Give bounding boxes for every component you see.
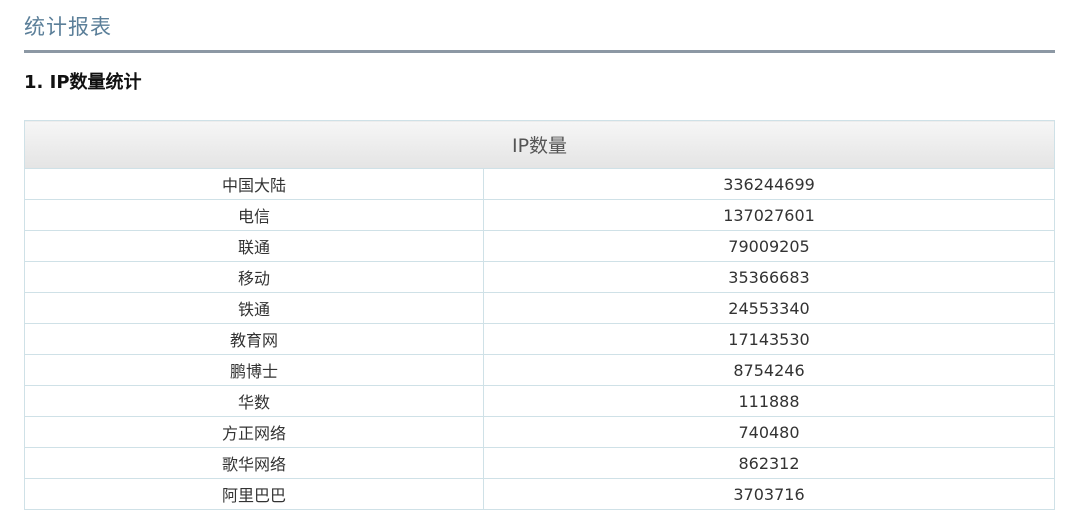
table-header: IP数量: [24, 120, 1055, 169]
row-value: 79009205: [483, 230, 1055, 262]
row-label: 联通: [24, 230, 484, 262]
row-label: 电信: [24, 199, 484, 231]
row-value: 8754246: [483, 354, 1055, 386]
row-value: 24553340: [483, 292, 1055, 324]
row-label: 移动: [24, 261, 484, 293]
row-value: 336244699: [483, 168, 1055, 200]
row-label: 阿里巴巴: [24, 478, 484, 510]
table-row: 阿里巴巴 3703716: [24, 478, 1055, 510]
row-label: 华数: [24, 385, 484, 417]
ip-count-table: IP数量 中国大陆 336244699 电信 137027601 联通 7900…: [24, 120, 1055, 510]
table-row: 中国大陆 336244699: [24, 168, 1055, 200]
row-value: 740480: [483, 416, 1055, 448]
row-label: 歌华网络: [24, 447, 484, 479]
row-label: 鹏博士: [24, 354, 484, 386]
table-row: 鹏博士 8754246: [24, 354, 1055, 386]
row-label: 铁通: [24, 292, 484, 324]
row-label: 中国大陆: [24, 168, 484, 200]
table-row: 歌华网络 862312: [24, 447, 1055, 479]
table-header-row: IP数量: [24, 120, 1055, 169]
row-value: 3703716: [483, 478, 1055, 510]
row-value: 111888: [483, 385, 1055, 417]
title-divider: [24, 50, 1055, 53]
table-row: 教育网 17143530: [24, 323, 1055, 355]
row-label: 教育网: [24, 323, 484, 355]
table-row: 联通 79009205: [24, 230, 1055, 262]
row-value: 17143530: [483, 323, 1055, 355]
row-value: 862312: [483, 447, 1055, 479]
page-title: 统计报表: [24, 15, 112, 39]
table-row: 移动 35366683: [24, 261, 1055, 293]
section-heading: 1. IP数量统计: [24, 72, 142, 93]
row-value: 137027601: [483, 199, 1055, 231]
table-row: 铁通 24553340: [24, 292, 1055, 324]
table-row: 电信 137027601: [24, 199, 1055, 231]
table-row: 华数 111888: [24, 385, 1055, 417]
table-row: 方正网络 740480: [24, 416, 1055, 448]
row-value: 35366683: [483, 261, 1055, 293]
row-label: 方正网络: [24, 416, 484, 448]
